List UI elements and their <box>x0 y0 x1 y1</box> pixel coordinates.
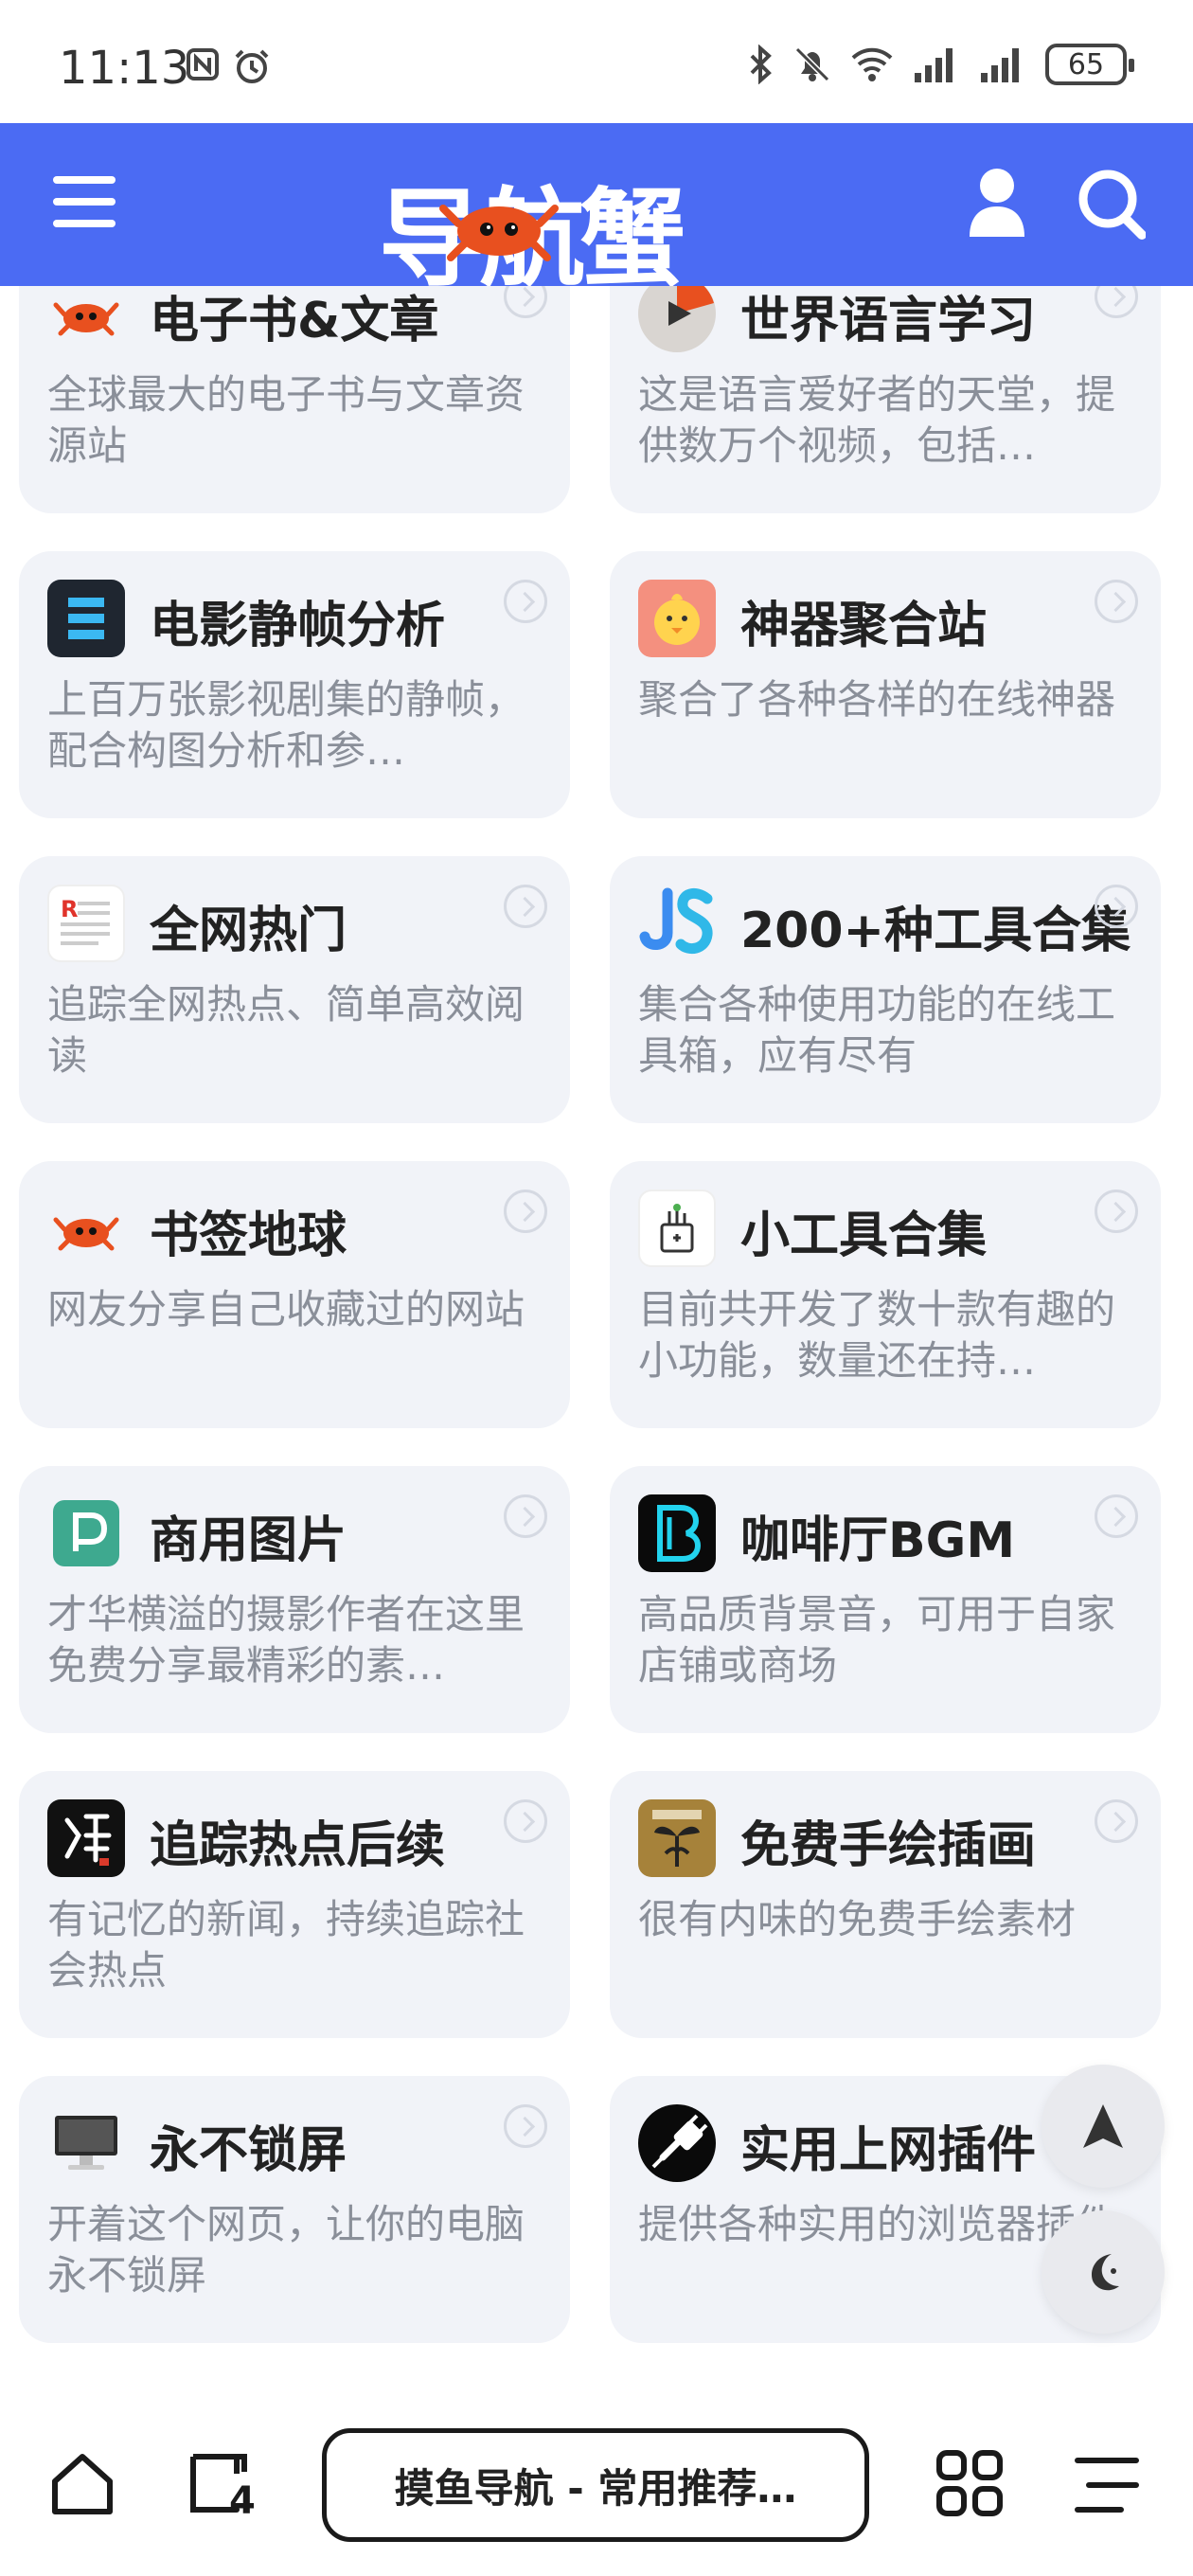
dark-mode-button[interactable] <box>1042 2210 1165 2334</box>
address-bar[interactable]: 摸鱼导航 - 常用推荐… <box>322 2428 869 2542</box>
home-icon[interactable] <box>49 2451 116 2517</box>
card-small-tools[interactable]: 小工具合集 目前共开发了数十款有趣的小功能，数量还在持… <box>610 1161 1161 1428</box>
card-title: 商用图片 <box>150 1512 347 1569</box>
card-title: 永不锁屏 <box>150 2122 347 2179</box>
scroll-top-button[interactable] <box>1042 2065 1165 2188</box>
card-grid: 电子书&文章 全球最大的电子书与文章资源站 世界语言学习 这是语言爱好者的天堂，… <box>0 286 1193 2370</box>
address-text: 摸鱼导航 - 常用推荐… <box>394 2464 797 2512</box>
card-film-frames[interactable]: 电影静帧分析 上百万张影视剧集的静帧，配合构图分析和参… <box>19 551 570 818</box>
card-bookmark-earth[interactable]: 书签地球 网友分享自己收藏过的网站 <box>19 1161 570 1428</box>
site-header: 导航蟹 <box>0 123 1193 301</box>
chevron-right-icon[interactable] <box>504 286 547 318</box>
video-globe-icon <box>638 286 716 352</box>
chick-icon <box>638 580 716 657</box>
chevron-right-icon[interactable] <box>504 1799 547 1843</box>
status-icons-left <box>186 47 271 85</box>
irasutoya-icon <box>638 1799 716 1877</box>
card-desc: 才华横溢的摄影作者在这里免费分享最精彩的素… <box>47 1591 525 1689</box>
card-cafe-bgm[interactable]: 咖啡厅BGM 高品质背景音，可用于自家店铺或商场 <box>610 1466 1161 1733</box>
arrow-up-icon <box>1083 2104 1123 2148</box>
card-follow-news[interactable]: 追踪热点后续 有记忆的新闻，持续追踪社会热点 <box>19 1771 570 2038</box>
card-desc: 这是语言爱好者的天堂，提供数万个视频，包括… <box>638 371 1116 469</box>
card-desc: 全球最大的电子书与文章资源站 <box>47 371 525 469</box>
signal-icon <box>981 48 1019 82</box>
card-stock-photos[interactable]: 商用图片 才华横溢的摄影作者在这里免费分享最精彩的素… <box>19 1466 570 1733</box>
film-frame-icon <box>47 580 125 657</box>
chevron-right-icon[interactable] <box>1095 1799 1138 1843</box>
crab-icon <box>47 286 125 352</box>
card-desc: 开着这个网页，让你的电脑永不锁屏 <box>47 2201 525 2299</box>
menu-lines-icon[interactable] <box>1074 2455 1140 2515</box>
nfc-icon <box>187 48 219 80</box>
moon-icon <box>1091 2254 1119 2291</box>
card-title: 全网热门 <box>150 903 347 959</box>
wifi-icon <box>851 47 893 81</box>
crab-icon <box>439 205 559 261</box>
chevron-right-icon[interactable] <box>504 1494 547 1538</box>
card-desc: 有记忆的新闻，持续追踪社会热点 <box>47 1896 525 1994</box>
chevron-right-icon[interactable] <box>1095 885 1138 928</box>
status-time: 11:13 <box>59 42 190 95</box>
card-desc: 网友分享自己收藏过的网站 <box>47 1286 525 1333</box>
site-logo[interactable]: 导航蟹 <box>379 148 824 301</box>
chevron-right-icon[interactable] <box>1095 1190 1138 1233</box>
news-icon: R <box>47 885 125 962</box>
card-title: 小工具合集 <box>740 1208 988 1264</box>
tabs-button[interactable]: 4 <box>186 2447 258 2523</box>
card-desc: 上百万张影视剧集的静帧，配合构图分析和参… <box>47 676 525 774</box>
card-desc: 集合各种使用功能的在线工具箱，应有尽有 <box>638 981 1116 1079</box>
signal-icon <box>915 48 953 82</box>
card-never-lock[interactable]: 永不锁屏 开着这个网页，让你的电脑永不锁屏 <box>19 2076 570 2343</box>
card-free-illustrations[interactable]: 免费手绘插画 很有内味的免费手绘素材 <box>610 1771 1161 2038</box>
chevron-right-icon[interactable] <box>504 885 547 928</box>
plug-icon <box>638 2104 716 2182</box>
card-desc: 聚合了各种各样的在线神器 <box>638 676 1116 723</box>
card-title: 神器聚合站 <box>740 598 988 654</box>
card-title: 世界语言学习 <box>740 293 1037 349</box>
card-title: 实用上网插件 <box>740 2122 1037 2179</box>
bluetooth-icon <box>750 45 772 84</box>
status-icons-right: 65 <box>748 44 1134 85</box>
hamburger-menu-icon[interactable] <box>53 176 116 233</box>
apps-grid-icon[interactable] <box>935 2449 1004 2517</box>
card-language[interactable]: 世界语言学习 这是语言爱好者的天堂，提供数万个视频，包括… <box>610 286 1161 513</box>
card-title: 电影静帧分析 <box>150 598 446 654</box>
svg-text:R: R <box>61 896 78 922</box>
tool-box-icon <box>638 1190 716 1267</box>
search-icon[interactable] <box>1077 169 1146 241</box>
card-200-tools[interactable]: 200+种工具合集 集合各种使用功能的在线工具箱，应有尽有 <box>610 856 1161 1123</box>
card-title: 电子书&文章 <box>150 293 439 349</box>
crab-icon <box>47 1190 125 1267</box>
card-title: 免费手绘插画 <box>740 1817 1037 1874</box>
user-icon[interactable] <box>968 165 1026 241</box>
tab-count: 4 <box>229 2479 256 2523</box>
card-desc: 目前共开发了数十款有趣的小功能，数量还在持… <box>638 1286 1116 1384</box>
alarm-icon <box>235 49 269 83</box>
chevron-right-icon[interactable] <box>504 2104 547 2148</box>
chevron-right-icon[interactable] <box>1095 1494 1138 1538</box>
b-logo-icon <box>638 1494 716 1572</box>
chevron-right-icon[interactable] <box>504 1190 547 1233</box>
pexels-icon <box>47 1494 125 1572</box>
card-title: 书签地球 <box>150 1208 347 1264</box>
browser-bottom-bar: 4 摸鱼导航 - 常用推荐… <box>0 2368 1193 2576</box>
status-bar: 11:13 65 <box>0 0 1193 123</box>
card-title: 200+种工具合集 <box>740 903 1131 959</box>
calligraphy-icon <box>47 1799 125 1877</box>
card-desc: 很有内味的免费手绘素材 <box>638 1896 1077 1942</box>
chevron-right-icon[interactable] <box>1095 580 1138 623</box>
monitor-icon <box>47 2104 125 2182</box>
chevron-right-icon[interactable] <box>504 580 547 623</box>
card-title: 咖啡厅BGM <box>740 1512 1016 1569</box>
card-desc: 高品质背景音，可用于自家店铺或商场 <box>638 1591 1116 1689</box>
mute-icon <box>794 46 830 82</box>
card-tools-hub[interactable]: 神器聚合站 聚合了各种各样的在线神器 <box>610 551 1161 818</box>
card-hot-news[interactable]: R 全网热门 追踪全网热点、简单高效阅读 <box>19 856 570 1123</box>
card-title: 追踪热点后续 <box>150 1817 446 1874</box>
battery-indicator: 65 <box>1045 44 1134 85</box>
card-ebook[interactable]: 电子书&文章 全球最大的电子书与文章资源站 <box>19 286 570 513</box>
chevron-right-icon[interactable] <box>1095 286 1138 318</box>
js-icon <box>638 885 716 962</box>
card-desc: 追踪全网热点、简单高效阅读 <box>47 981 525 1079</box>
